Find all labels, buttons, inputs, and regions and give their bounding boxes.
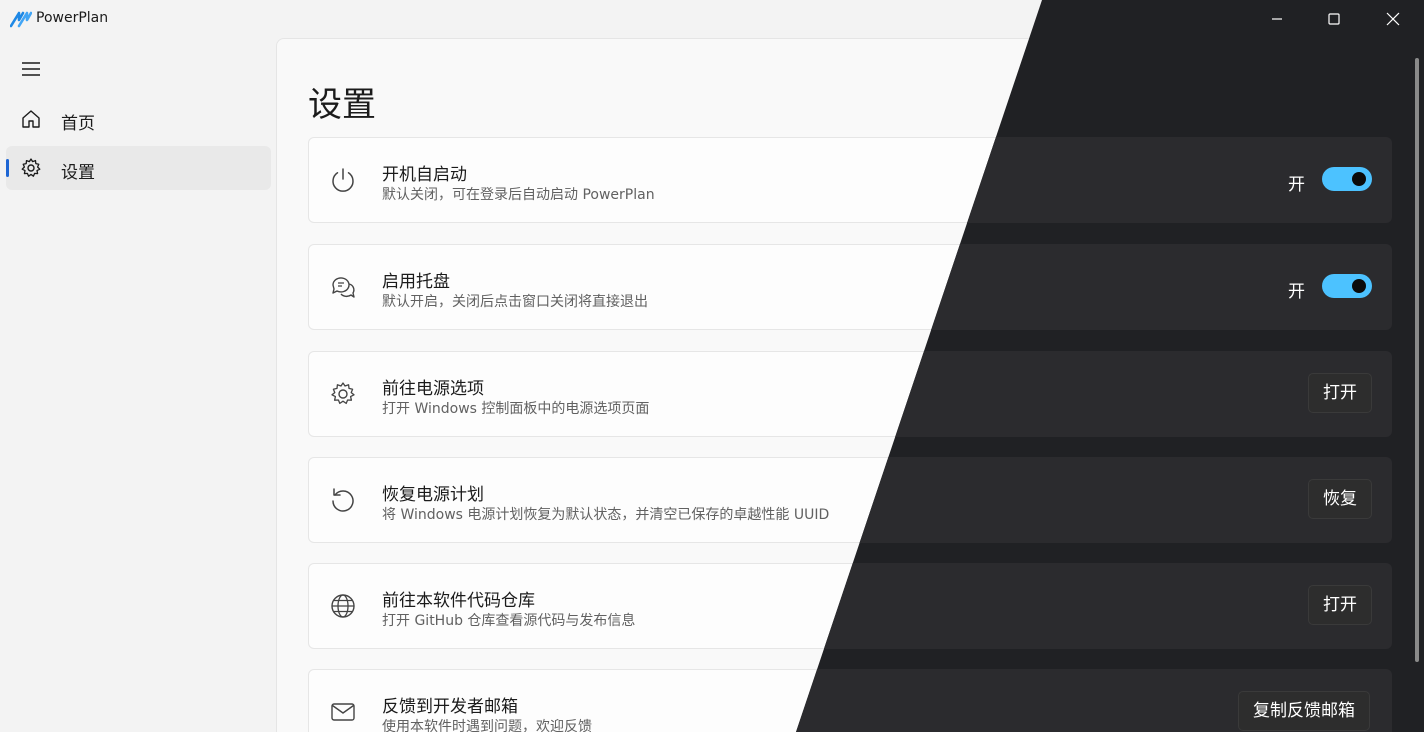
copy-feedback-email-button[interactable]: 复制反馈邮箱 bbox=[1238, 691, 1370, 731]
minimize-icon bbox=[1272, 18, 1282, 20]
page-title: 设置 bbox=[308, 85, 376, 125]
setting-title: 反馈到开发者邮箱 bbox=[382, 697, 518, 717]
nav-item-settings[interactable]: 设置 bbox=[6, 146, 271, 190]
nav-label-settings: 设置 bbox=[61, 163, 95, 183]
setting-title: 前往电源选项 bbox=[382, 379, 484, 399]
sidebar: 首页 设置 bbox=[0, 38, 276, 732]
setting-description: 默认关闭，可在登录后自动启动 PowerPlan bbox=[382, 187, 655, 203]
setting-title: 开机自启动 bbox=[382, 165, 467, 185]
title-bar: PowerPlan bbox=[0, 0, 1424, 38]
toggle-knob bbox=[1352, 279, 1366, 293]
toggle-state-label: 开 bbox=[1288, 282, 1305, 302]
app-title: PowerPlan bbox=[36, 10, 109, 26]
chat-bubbles-icon bbox=[332, 277, 355, 298]
setting-card-restore-plan: 恢复电源计划 将 Windows 电源计划恢复为默认状态，并清空已保存的卓越性能… bbox=[308, 457, 1393, 543]
home-icon bbox=[22, 110, 40, 128]
maximize-icon bbox=[1328, 13, 1340, 25]
setting-title: 恢复电源计划 bbox=[382, 485, 484, 505]
hamburger-menu-icon[interactable] bbox=[20, 58, 42, 80]
minimize-button[interactable] bbox=[1248, 0, 1306, 38]
toggle-knob bbox=[1352, 172, 1366, 186]
tray-toggle[interactable] bbox=[1322, 274, 1372, 298]
setting-card-autostart: 开机自启动 默认关闭，可在登录后自动启动 PowerPlan bbox=[308, 137, 1393, 223]
setting-title: 前往本软件代码仓库 bbox=[382, 591, 535, 611]
setting-description: 使用本软件时遇到问题，欢迎反馈 bbox=[382, 719, 592, 732]
autostart-toggle[interactable] bbox=[1322, 167, 1372, 191]
setting-description: 默认开启，关闭后点击窗口关闭将直接退出 bbox=[382, 294, 648, 310]
restore-icon bbox=[332, 488, 354, 512]
setting-title: 启用托盘 bbox=[382, 272, 450, 292]
nav-item-home[interactable]: 首页 bbox=[6, 97, 271, 141]
setting-description: 打开 GitHub 仓库查看源代码与发布信息 bbox=[382, 613, 636, 629]
setting-card-power-options: 前往电源选项 打开 Windows 控制面板中的电源选项页面 bbox=[308, 351, 1393, 437]
toggle-state-label: 开 bbox=[1288, 175, 1305, 195]
maximize-button[interactable] bbox=[1305, 0, 1363, 38]
setting-description: 将 Windows 电源计划恢复为默认状态，并清空已保存的卓越性能 UUID bbox=[382, 507, 830, 523]
app-logo-icon bbox=[10, 11, 32, 28]
mail-icon bbox=[331, 703, 355, 721]
close-button[interactable] bbox=[1364, 0, 1422, 38]
setting-card-repository: 前往本软件代码仓库 打开 GitHub 仓库查看源代码与发布信息 bbox=[308, 563, 1393, 649]
gear-icon bbox=[331, 382, 355, 405]
power-icon bbox=[332, 168, 354, 192]
restore-plan-button[interactable]: 恢复 bbox=[1308, 479, 1372, 519]
close-icon bbox=[1386, 12, 1400, 26]
setting-card-feedback: 反馈到开发者邮箱 使用本软件时遇到问题，欢迎反馈 bbox=[308, 669, 1393, 732]
open-repository-button[interactable]: 打开 bbox=[1308, 585, 1372, 625]
settings-content: 设置 开机自启动 默认关闭，可在登录后自动启动 PowerPlan 启用托盘 默… bbox=[276, 38, 1424, 732]
setting-card-tray: 启用托盘 默认开启，关闭后点击窗口关闭将直接退出 bbox=[308, 244, 1393, 330]
setting-description: 打开 Windows 控制面板中的电源选项页面 bbox=[382, 401, 650, 417]
gear-icon bbox=[21, 158, 41, 177]
globe-icon bbox=[331, 594, 355, 618]
nav-label-home: 首页 bbox=[61, 114, 95, 134]
active-indicator bbox=[6, 159, 9, 177]
open-power-options-button[interactable]: 打开 bbox=[1308, 373, 1372, 413]
